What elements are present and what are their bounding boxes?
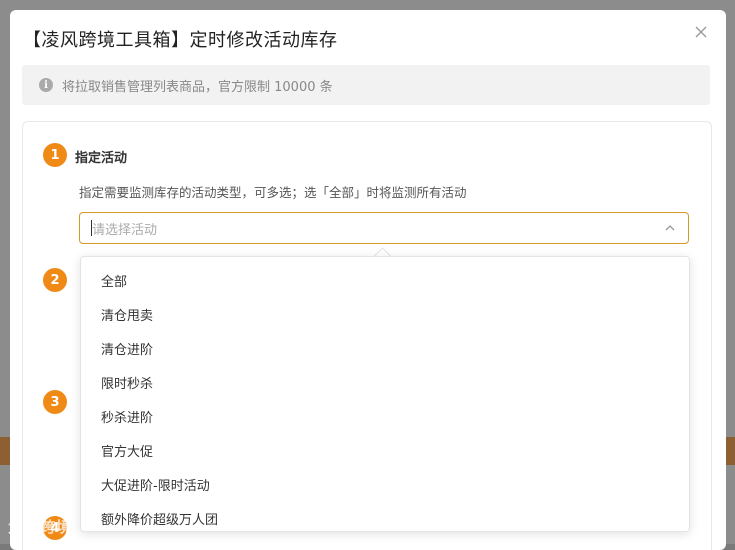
- dropdown-option[interactable]: 限时秒杀: [81, 365, 689, 399]
- dropdown-option[interactable]: 额外降价超级万人团: [81, 501, 689, 535]
- activity-dropdown: 全部 清仓甩卖 清仓进阶 限时秒杀 秒杀进阶 官方大促 大促进阶-限时活动 额外…: [80, 256, 690, 532]
- step-1-title: 指定活动: [75, 151, 128, 166]
- dropdown-option[interactable]: 秒杀进阶: [81, 399, 689, 433]
- step-1-badge: 1: [43, 143, 67, 167]
- watermark-logo: 大卖跨境: [8, 518, 73, 536]
- dropdown-option[interactable]: 大促进阶-限时活动: [81, 467, 689, 501]
- text-caret: [91, 220, 92, 236]
- notice-bar: i 将拉取销售管理列表商品，官方限制 10000 条: [22, 65, 710, 105]
- dropdown-option[interactable]: 全部: [81, 263, 689, 297]
- info-icon: i: [39, 78, 53, 92]
- activity-select[interactable]: 请选择活动: [79, 212, 689, 244]
- step-3-badge: 3: [43, 390, 67, 414]
- modal-title: 【凌风跨境工具箱】定时修改活动库存: [23, 30, 338, 51]
- step-1-description: 指定需要监测库存的活动类型，可多选；选「全部」时将监测所有活动: [79, 185, 467, 200]
- dropdown-option[interactable]: 清仓进阶: [81, 331, 689, 365]
- dropdown-option[interactable]: 清仓甩卖: [81, 297, 689, 331]
- dropdown-option[interactable]: 官方大促: [81, 433, 689, 467]
- close-icon[interactable]: [693, 24, 709, 40]
- step-2-badge: 2: [43, 268, 67, 292]
- notice-text: 将拉取销售管理列表商品，官方限制 10000 条: [62, 79, 333, 95]
- activity-select-placeholder: 请选择活动: [92, 222, 158, 238]
- chevron-up-icon: [665, 225, 675, 231]
